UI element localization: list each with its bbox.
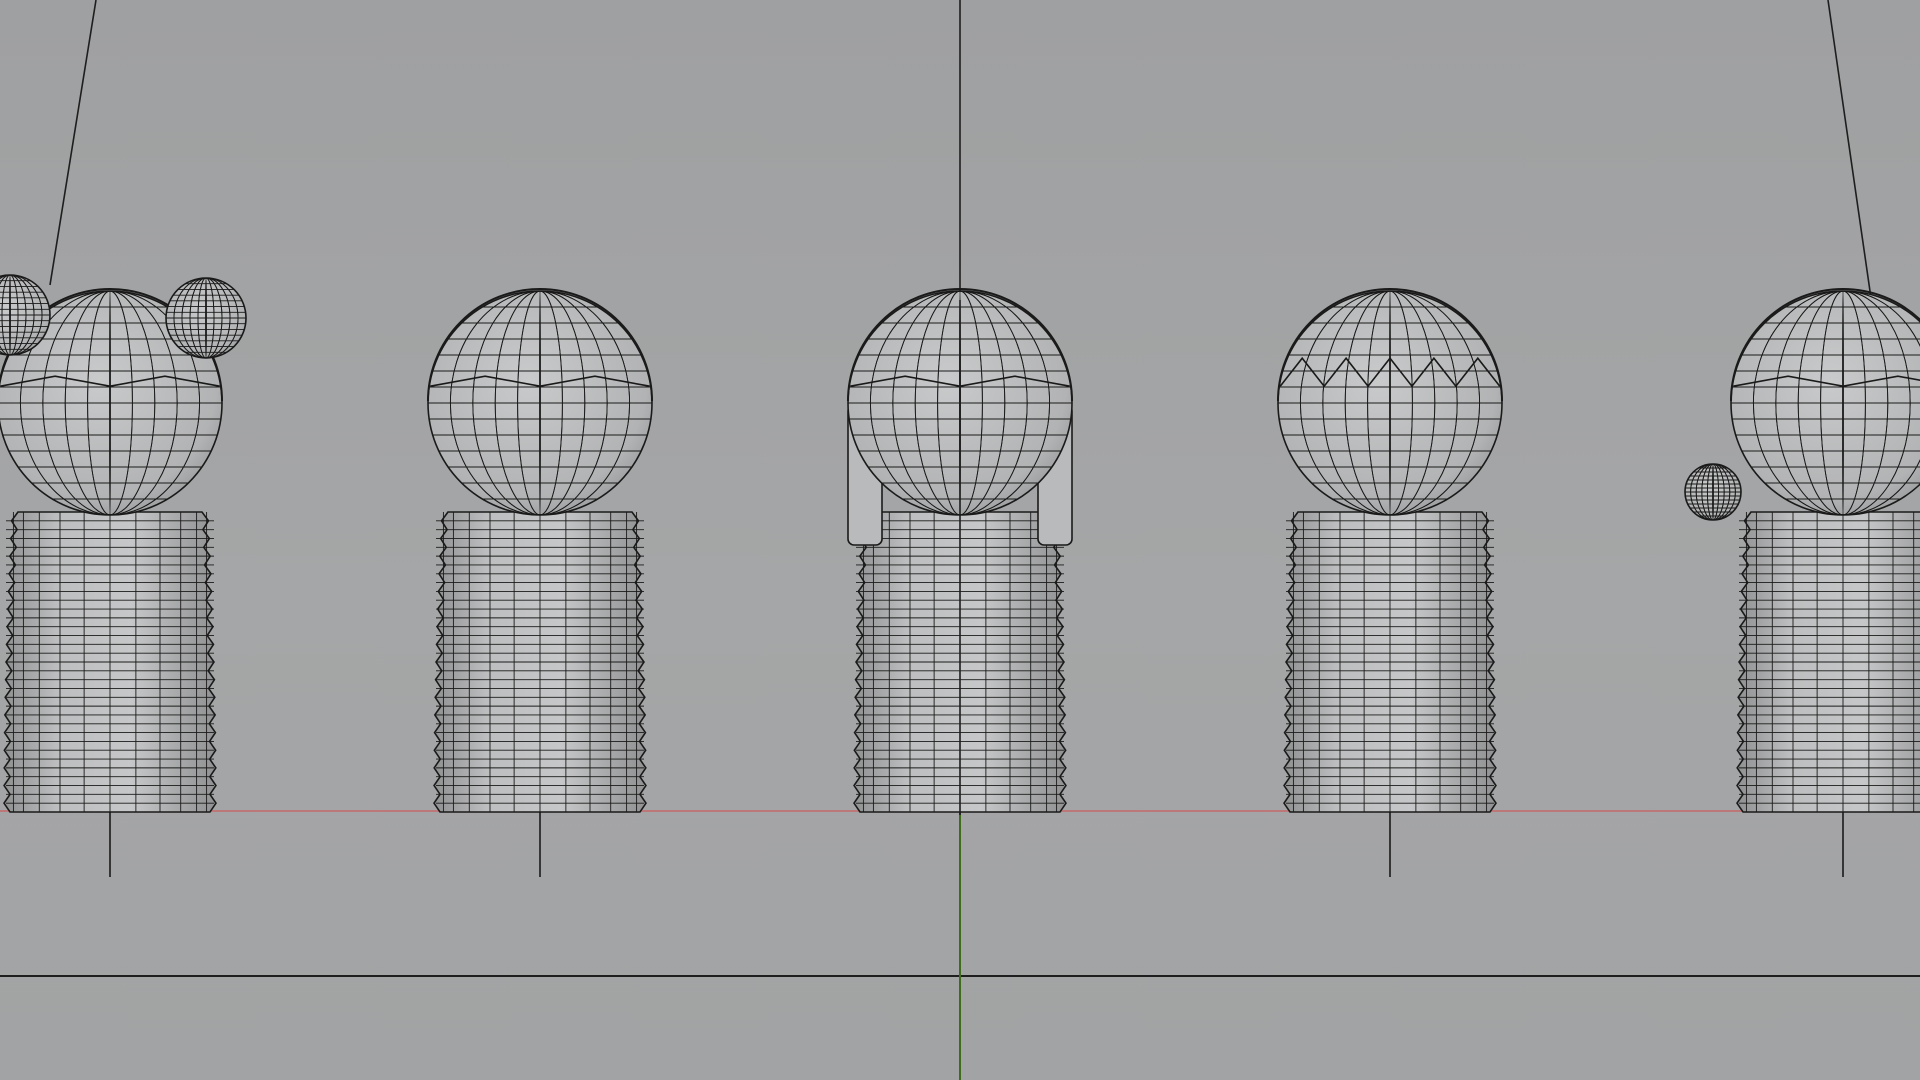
figure-head xyxy=(1277,290,1503,516)
figure-body xyxy=(433,511,647,813)
guide-line-left xyxy=(49,0,97,286)
3d-viewport[interactable] xyxy=(0,0,1920,1080)
figure-head xyxy=(1730,290,1920,516)
figure-plain[interactable] xyxy=(427,288,653,877)
figure-body xyxy=(1283,511,1497,813)
figure-side-bun[interactable] xyxy=(1684,288,1920,877)
hair-bun-side xyxy=(1684,463,1742,521)
figure-spiky-fringe[interactable] xyxy=(1277,288,1503,877)
guide-line-right xyxy=(1827,0,1873,306)
figure-bun-hair[interactable] xyxy=(0,274,247,877)
hair-bun-right xyxy=(165,277,247,359)
figure-head xyxy=(427,290,653,516)
viewport-canvas[interactable] xyxy=(0,0,1920,1080)
figure-body xyxy=(3,511,217,813)
figure-body xyxy=(1736,511,1920,813)
